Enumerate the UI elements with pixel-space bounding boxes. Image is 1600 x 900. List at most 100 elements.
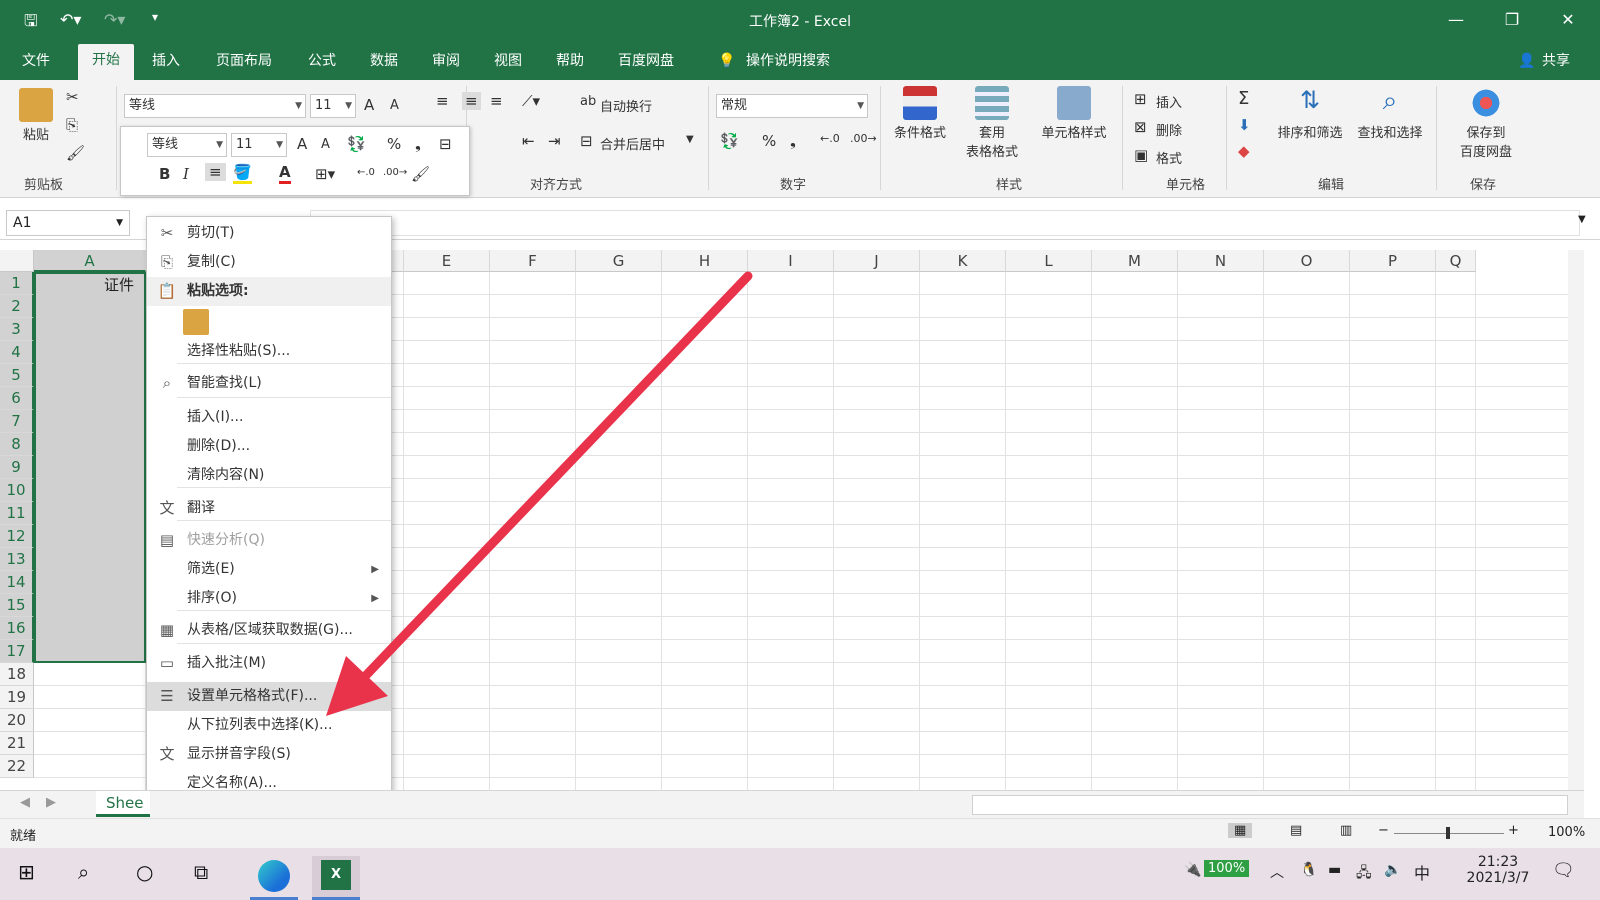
decrease-decimal-icon[interactable]: .00→ (850, 132, 877, 145)
format-painter-icon[interactable]: 🖌 (411, 165, 430, 183)
notifications-icon[interactable]: 🗨 (1552, 860, 1575, 881)
zoom-in-icon[interactable]: + (1508, 823, 1519, 838)
tab-review[interactable]: 审阅 (426, 48, 466, 78)
column-header-q[interactable]: Q (1436, 250, 1476, 272)
borders-icon[interactable]: ⊞▾ (315, 165, 335, 183)
row-header-3[interactable]: 3 (0, 318, 34, 341)
column-header-k[interactable]: K (920, 250, 1006, 272)
delete-cells-button[interactable]: 删除 (1156, 120, 1182, 139)
fill-color-icon[interactable]: 🪣 (233, 163, 252, 184)
insert-cells-button[interactable]: 插入 (1156, 92, 1182, 111)
row-header-5[interactable]: 5 (0, 364, 34, 387)
row-header-11[interactable]: 11 (0, 502, 34, 525)
copy-icon[interactable]: ⎘ (66, 116, 78, 134)
column-header-i[interactable]: I (748, 250, 834, 272)
row-header-17[interactable]: 17 (0, 640, 34, 663)
conditional-formatting-button[interactable]: 条件格式 (888, 86, 952, 141)
column-header-e[interactable]: E (404, 250, 490, 272)
chevron-up-icon[interactable]: ︿ (1270, 862, 1284, 882)
row-header-15[interactable]: 15 (0, 594, 34, 617)
context-menu-item-quick-analysis[interactable]: ▤ 快速分析(Q) (147, 526, 391, 555)
context-menu-item-show-phonetic[interactable]: 文显示拼音字段(S) (147, 740, 391, 769)
cell-a1[interactable]: 证件 (104, 274, 134, 295)
row-header-1[interactable]: 1 (0, 272, 34, 295)
column-header-a[interactable]: A (34, 250, 146, 272)
context-menu-item-smart-lookup[interactable]: ⌕ 智能查找(L) (147, 369, 391, 398)
vertical-scrollbar[interactable] (1568, 250, 1584, 790)
row-header-22[interactable]: 22 (0, 755, 34, 778)
autosum-button[interactable]: Σ (1238, 88, 1249, 109)
grow-font-icon[interactable]: A (364, 96, 374, 114)
find-select-button[interactable]: ⌕ 查找和选择 (1352, 86, 1428, 141)
zoom-level[interactable]: 100% (1548, 825, 1585, 840)
context-menu-item-format-cells[interactable]: ☰ 设置单元格格式(F)... (147, 682, 391, 711)
row-header-13[interactable]: 13 (0, 548, 34, 571)
qq-icon[interactable]: 🐧 (1300, 862, 1317, 878)
context-menu-item-delete[interactable]: 删除(D)... (147, 432, 391, 461)
wrap-text-button[interactable]: 自动换行 (600, 96, 652, 115)
wrap-text-icon[interactable]: ab (580, 94, 596, 109)
context-menu-item-cut[interactable]: ✂ 剪切(T) (147, 219, 391, 248)
decrease-indent-icon[interactable]: ⇤ (522, 132, 535, 150)
battery-indicator[interactable]: 100% (1204, 860, 1250, 877)
font-name-combo[interactable]: 等线 ▼ (124, 94, 306, 118)
row-header-2[interactable]: 2 (0, 295, 34, 318)
column-header-p[interactable]: P (1350, 250, 1436, 272)
edge-taskbar-button[interactable] (250, 856, 298, 900)
cortana-icon[interactable]: ○ (136, 860, 153, 884)
context-menu-item-clear-contents[interactable]: 清除内容(N) (147, 461, 391, 490)
column-header-m[interactable]: M (1092, 250, 1178, 272)
row-header-9[interactable]: 9 (0, 456, 34, 479)
merge-icon[interactable]: ⊟ (580, 132, 593, 150)
close-button[interactable]: ✕ (1548, 6, 1588, 34)
context-menu-item-pick-from-dropdown[interactable]: 从下拉列表中选择(K)... (147, 711, 391, 740)
chevron-down-icon[interactable]: ▼ (686, 134, 694, 145)
name-box[interactable]: A1 ▼ (6, 210, 130, 236)
search-icon[interactable]: ⌕ (78, 860, 89, 884)
accounting-format-icon[interactable]: 💱 (347, 135, 366, 153)
excel-taskbar-button[interactable]: X (312, 856, 360, 900)
tab-data[interactable]: 数据 (364, 48, 404, 78)
tab-home[interactable]: 开始 (78, 44, 134, 80)
minimize-button[interactable]: — (1436, 6, 1476, 34)
context-menu-item-paste-special[interactable]: 选择性粘贴(S)... (147, 337, 391, 366)
row-header-16[interactable]: 16 (0, 617, 34, 640)
context-menu-item-copy[interactable]: ⎘ 复制(C) (147, 248, 391, 277)
center-align-icon[interactable]: ≡ (205, 163, 226, 181)
expand-formula-bar-icon[interactable]: ▼ (1578, 214, 1586, 225)
tray-app-icon[interactable]: ▬ (1328, 862, 1341, 878)
increase-indent-icon[interactable]: ⇥ (548, 132, 561, 150)
column-header-j[interactable]: J (834, 250, 920, 272)
tab-view[interactable]: 视图 (488, 48, 528, 78)
format-as-table-button[interactable]: 套用 表格格式 (956, 86, 1028, 160)
row-header-18[interactable]: 18 (0, 663, 34, 686)
format-cells-button[interactable]: 格式 (1156, 148, 1182, 167)
scroll-tabs-right-icon[interactable]: ▶ (46, 795, 56, 810)
tab-insert[interactable]: 插入 (146, 48, 186, 78)
volume-icon[interactable]: 🔈 (1384, 862, 1401, 878)
page-layout-view-icon[interactable]: ▤ (1290, 823, 1302, 838)
tab-page-layout[interactable]: 页面布局 (210, 48, 278, 78)
paste-option-keep-source-icon[interactable] (183, 309, 209, 335)
mini-font-name-combo[interactable]: 等线 ▼ (147, 133, 227, 157)
row-header-12[interactable]: 12 (0, 525, 34, 548)
mini-percent-button[interactable]: % (387, 135, 401, 153)
row-header-7[interactable]: 7 (0, 410, 34, 433)
accounting-format-icon[interactable]: 💱 (720, 132, 739, 150)
align-middle-icon[interactable]: ≡ (462, 92, 481, 110)
tab-formulas[interactable]: 公式 (302, 48, 342, 78)
save-to-netdisk-button[interactable]: 保存到 百度网盘 (1448, 86, 1524, 160)
ime-indicator[interactable]: 中 (1414, 860, 1430, 884)
cell-styles-button[interactable]: 单元格样式 (1034, 86, 1114, 141)
row-header-4[interactable]: 4 (0, 341, 34, 364)
clock[interactable]: 21:23 2021/3/7 (1458, 854, 1538, 886)
context-menu-item-filter[interactable]: 筛选(E) ▶ (147, 555, 391, 584)
tab-help[interactable]: 帮助 (550, 48, 590, 78)
comma-style-button[interactable]: ❟ (790, 132, 796, 150)
context-menu-item-translate[interactable]: 文翻译 (147, 494, 391, 523)
align-top-icon[interactable]: ≡ (436, 92, 449, 110)
mini-grow-font-button[interactable]: A (297, 135, 307, 153)
horizontal-scrollbar[interactable] (972, 795, 1568, 815)
increase-decimal-icon[interactable]: ←.0 (820, 132, 840, 145)
network-icon[interactable]: 🖧 (1356, 862, 1372, 886)
